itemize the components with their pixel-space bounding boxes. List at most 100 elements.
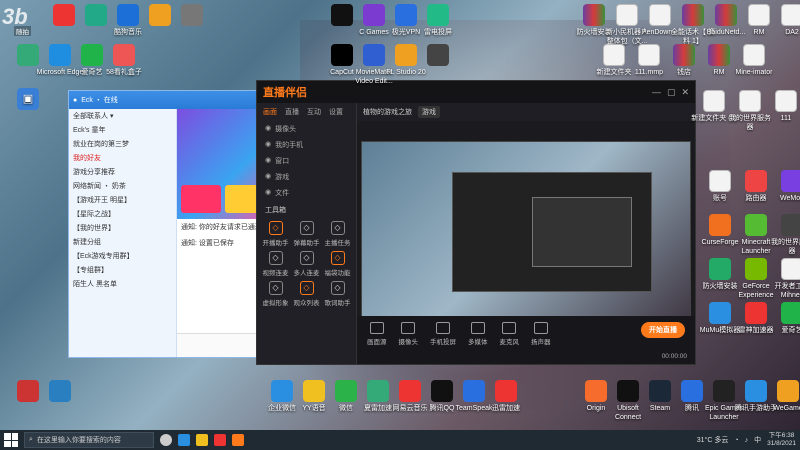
eye-icon[interactable]: ◉ — [265, 124, 271, 134]
desktop-icon-label: 111 — [780, 115, 792, 122]
desktop-icon[interactable]: Mine-imator — [730, 44, 778, 77]
tool-button[interactable]: ◇ 歌词助手 — [323, 281, 352, 307]
eye-icon[interactable]: ◉ — [265, 140, 271, 150]
tab-settings[interactable]: 设置 — [329, 107, 343, 117]
desktop-icon-icon — [777, 380, 799, 402]
qq-contact-group[interactable]: Eck's 童年 — [69, 123, 176, 137]
control-button[interactable]: 手机投屏 — [430, 322, 456, 346]
tool-button[interactable]: ◇ 开播助手 — [261, 221, 290, 247]
desktop-icon[interactable]: 111 — [762, 90, 800, 123]
control-button[interactable]: 画面源 — [367, 322, 387, 346]
maximize-icon[interactable]: ▢ — [667, 87, 676, 98]
desktop-icon[interactable]: 58看礼盒子 — [100, 44, 148, 77]
control-button[interactable]: 麦克风 — [500, 322, 519, 346]
toolbox-title: 工具箱 — [265, 207, 286, 214]
desktop-icon[interactable] — [168, 4, 216, 28]
weather[interactable]: 31°C 多云 — [697, 435, 729, 445]
watermark-sub: 随拍 — [14, 26, 31, 36]
stream-window[interactable]: 直播伴侣 — ▢ ✕ 画面 直播 互动 设置 ◉ 摄像头 ◉ 我的手机 ◉ 窗口 ◉ 游戏 ◉ 文… — [256, 80, 696, 365]
source-item[interactable]: ◉ 窗口 — [257, 153, 356, 169]
wifi-icon[interactable]: ◔ — [734, 437, 738, 444]
taskbar-search[interactable]: ⌕ 在这里输入你要搜索的内容 — [24, 432, 154, 448]
tool-label: 视频连麦 — [262, 270, 289, 277]
input-lang[interactable]: 中 — [754, 435, 761, 445]
desktop-icon-label: 爱奇艺 — [781, 327, 800, 334]
qq-titlebar[interactable]: ● Eck ・ 在线 ✕ — [69, 91, 272, 109]
eye-icon[interactable]: ◉ — [265, 188, 271, 198]
qq-contact-group[interactable]: 【Eck游戏专用群】 — [69, 249, 176, 263]
clock[interactable]: 下午6:38 31/8/2021 — [767, 432, 796, 448]
room-tag[interactable]: 游戏 — [418, 106, 440, 118]
tool-icon: ◇ — [330, 251, 345, 265]
tool-icon: ◇ — [299, 281, 314, 295]
qq-contact-group[interactable]: 全部联系人 ▾ — [69, 109, 176, 123]
tab-scene[interactable]: 画面 — [263, 107, 277, 117]
desktop-icon-label: FL Studio 20 — [386, 69, 426, 76]
eye-icon[interactable]: ◉ — [265, 156, 271, 166]
tool-button[interactable]: ◇ 福袋功能 — [323, 251, 352, 277]
qq-contact-group[interactable]: 网络新闻 ・ 奶茶 — [69, 179, 176, 193]
source-label: 文件 — [275, 190, 290, 197]
qq-contact-group[interactable]: 【游戏开王 明星】 — [69, 193, 176, 207]
qq-contact-list[interactable]: 全部联系人 ▾ Eck's 童年 就业在岗的第三梦 我的好友 游戏分享推荐 网络新闻 ・ … — [69, 109, 177, 357]
qq-contact-group[interactable]: 【星际之战】 — [69, 207, 176, 221]
tab-interact[interactable]: 互动 — [307, 107, 321, 117]
tool-button[interactable]: ◇ 观众列表 — [292, 281, 321, 307]
start-live-button[interactable]: 开始直播 — [641, 322, 685, 338]
banner-tile[interactable] — [181, 185, 221, 213]
tool-button[interactable]: ◇ 弹幕助手 — [292, 221, 321, 247]
source-item[interactable]: ◉ 文件 — [257, 185, 356, 201]
desktop-icon-pc[interactable]: ▣ — [4, 88, 52, 112]
tool-button[interactable]: ◇ 视频连麦 — [261, 251, 290, 277]
tool-button[interactable]: ◇ 多人连麦 — [292, 251, 321, 277]
close-icon[interactable]: ✕ — [681, 87, 689, 98]
qq-contact-group[interactable]: 【专组群】 — [69, 263, 176, 277]
control-button[interactable]: 摄像头 — [399, 322, 418, 346]
tool-button[interactable]: ◇ 虚拟形象 — [261, 281, 290, 307]
stream-controls: 画面源 摄像头 手机投屏 多媒体 麦克风 扬声器 开始直播 — [357, 316, 695, 364]
eye-icon[interactable]: ◉ — [265, 172, 271, 182]
stream-app-icon[interactable] — [232, 434, 244, 446]
desktop-icon[interactable]: 雷电投屏 — [414, 4, 462, 37]
edge-icon[interactable] — [178, 434, 190, 446]
desktop-icon[interactable]: 迅雷加速 — [482, 380, 530, 413]
qq-contact-group[interactable]: 新建分组 — [69, 235, 176, 249]
desktop-icon-icon — [781, 170, 800, 192]
tab-live[interactable]: 直播 — [285, 107, 299, 117]
qq-contact-group[interactable]: 就业在岗的第三梦 — [69, 137, 176, 151]
control-button[interactable]: 扬声器 — [531, 322, 551, 346]
desktop-icon[interactable] — [36, 380, 84, 404]
explorer-icon[interactable] — [196, 434, 208, 446]
qq-contact-group[interactable]: 我的好友 — [69, 151, 176, 165]
qq-contact-group[interactable]: 陌生人 黑名单 — [69, 277, 176, 291]
tool-button[interactable]: ◇ 主播任务 — [323, 221, 352, 247]
qq-window[interactable]: ● Eck ・ 在线 ✕ 全部联系人 ▾Eck's 童年就业在岗的第三梦我的好友… — [68, 90, 273, 358]
control-button[interactable]: 多媒体 — [468, 322, 488, 346]
source-item[interactable]: ◉ 摄像头 — [257, 121, 356, 137]
desktop-icon-icon — [49, 380, 71, 402]
control-icon — [502, 322, 517, 334]
cortana-icon[interactable] — [160, 434, 172, 446]
desktop-icon-icon — [781, 214, 800, 236]
windows-start-icon[interactable] — [4, 433, 18, 447]
control-label: 扬声器 — [531, 339, 551, 346]
minimize-icon[interactable]: — — [652, 87, 661, 97]
stream-titlebar[interactable]: 直播伴侣 — ▢ ✕ — [257, 81, 695, 103]
desktop-icon[interactable]: DA2 — [768, 4, 800, 37]
volume-icon[interactable]: ♪ — [745, 437, 749, 444]
desktop-icon[interactable]: WeMod — [768, 170, 800, 203]
desktop-icon[interactable]: 开发者工具 Mihnes — [768, 258, 800, 300]
toolbox-grid: ◇ 开播助手 ◇ 弹幕助手 ◇ 主播任务 ◇ 视频连麦 ◇ 多人连麦 ◇ 福袋功能 ◇ 虚拟形象 ◇ 观众列表… — [257, 219, 356, 309]
source-item[interactable]: ◉ 我的手机 — [257, 137, 356, 153]
qq-contact-group[interactable]: 游戏分享推荐 — [69, 165, 176, 179]
desktop-icon-label: Mine-imator — [735, 69, 773, 76]
qq-contact-group[interactable]: 【我的世界】 — [69, 221, 176, 235]
desktop-icon[interactable] — [414, 44, 462, 68]
stream-preview[interactable] — [361, 141, 691, 319]
source-item[interactable]: ◉ 游戏 — [257, 169, 356, 185]
app-icon[interactable] — [214, 434, 226, 446]
desktop-icon[interactable]: 爱奇艺 — [768, 302, 800, 335]
room-title[interactable]: 植物的游戏之旅 — [363, 107, 412, 117]
desktop-icon[interactable]: WeGame — [764, 380, 800, 413]
desktop-icon[interactable]: 我的世界服务器 — [768, 214, 800, 256]
